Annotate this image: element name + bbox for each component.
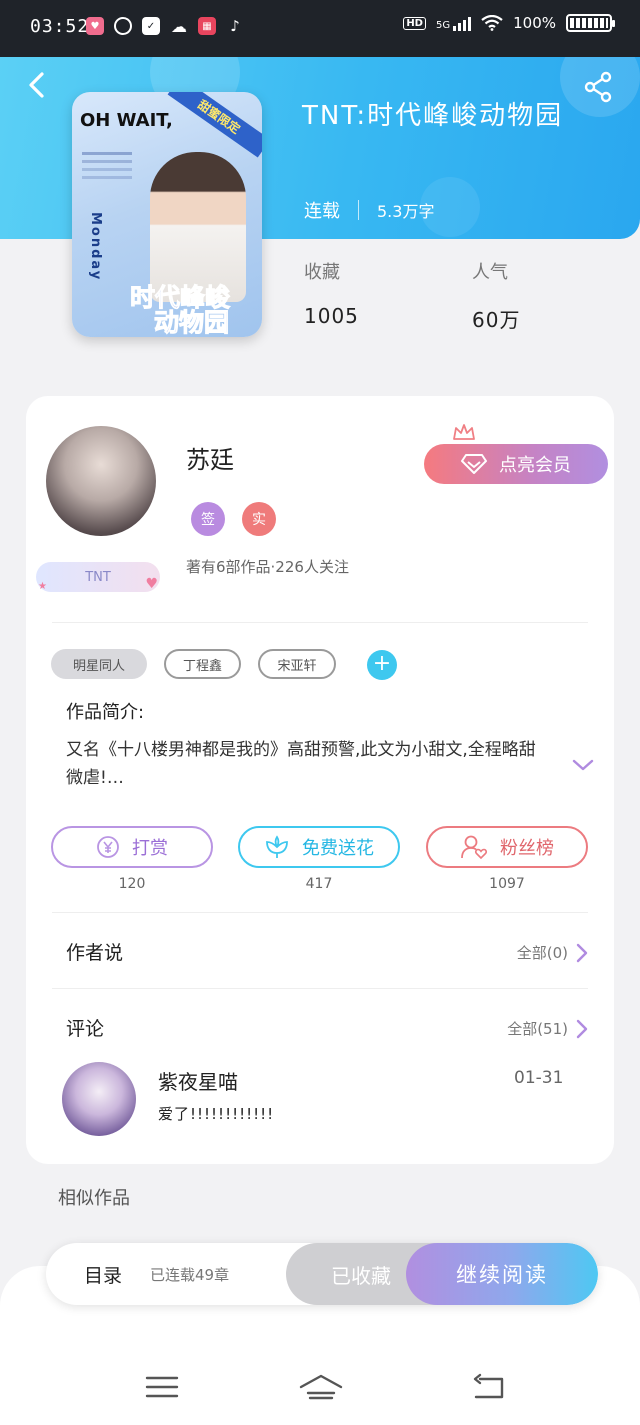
chevron-right-icon	[576, 943, 588, 962]
status-time: 03:52	[30, 16, 90, 37]
author-says-all-link[interactable]: 全部(0)	[517, 942, 588, 963]
toc-button[interactable]: 目录	[84, 1261, 122, 1288]
tiktok-icon: ♪	[230, 17, 240, 35]
cover-ribbon: 甜蜜限定	[167, 92, 262, 158]
wifi-icon	[481, 15, 503, 31]
hd-icon: HD	[403, 16, 426, 30]
heart-icon: ♥	[145, 576, 158, 592]
menu-nav-icon[interactable]	[143, 1372, 183, 1402]
book-title: TNT:时代峰峻动物园	[302, 101, 564, 131]
tag-item[interactable]: 明星同人	[51, 649, 147, 679]
send-flower-button[interactable]: 免费送花	[238, 826, 400, 868]
tag-item[interactable]: 宋亚轩	[258, 649, 336, 679]
news-app-icon: ▦	[198, 17, 216, 35]
home-nav-icon[interactable]	[298, 1372, 344, 1402]
fan-ranking-button[interactable]: 粉丝榜	[426, 826, 588, 868]
book-meta: 连载 5.3万字	[304, 197, 434, 223]
author-stats: 著有6部作品·226人关注	[186, 558, 349, 576]
fan-badge: TNT ♥ ★	[36, 562, 160, 592]
cover-headline: OH WAIT,	[80, 110, 173, 131]
comment-date: 01-31	[514, 1068, 564, 1088]
cover-side-text: Monday	[88, 212, 103, 282]
add-tag-button[interactable]: +	[367, 650, 397, 680]
signed-badge: 签	[191, 502, 225, 536]
cover-title-line2: 动物园	[153, 308, 230, 338]
notification-icons: ♥ ✓ ☁ ▦ ♪	[86, 16, 244, 36]
author-says-title: 作者说	[66, 942, 124, 964]
fan-ranking-label: 粉丝榜	[500, 838, 554, 859]
tip-count: 120	[118, 876, 146, 892]
battery-icon	[566, 14, 615, 32]
commenter-avatar[interactable]	[62, 1062, 136, 1136]
comment-text: 爱了!!!!!!!!!!!!	[158, 1105, 275, 1123]
divider	[52, 912, 588, 913]
intro-text: 又名《十八楼男神都是我的》高甜预警,此文为小甜文,全程略甜微虐!…	[66, 740, 536, 788]
chevron-down-icon[interactable]	[572, 758, 594, 772]
vip-button[interactable]: 点亮会员	[424, 444, 608, 484]
app-notification-icon: ♥	[86, 17, 104, 35]
battery-percent: 100%	[513, 14, 556, 32]
book-status: 连载	[304, 201, 340, 222]
user-heart-icon	[461, 835, 488, 860]
comments-title: 评论	[66, 1018, 105, 1040]
commenter-name[interactable]: 紫夜星喵	[158, 1066, 238, 1095]
stat-popularity: 人气 60万	[472, 262, 521, 332]
bottom-action-bar: 目录 已连载49章 已收藏 继续阅读	[46, 1243, 598, 1305]
divider	[52, 622, 588, 623]
continue-reading-button[interactable]: 继续阅读	[406, 1243, 598, 1305]
cloud-icon: ☁	[171, 16, 187, 36]
vip-button-label: 点亮会员	[499, 455, 571, 476]
star-icon: ★	[38, 581, 47, 592]
back-button[interactable]	[22, 70, 52, 100]
author-avatar[interactable]	[46, 426, 156, 536]
author-name[interactable]: 苏廷	[186, 440, 234, 475]
verified-badge: 实	[242, 502, 276, 536]
book-cover[interactable]: OH WAIT, 甜蜜限定 Monday 时代峰峻 动物园	[72, 92, 262, 337]
status-right: HD 5G 100%	[403, 14, 615, 32]
tip-label: 打赏	[132, 838, 168, 859]
diamond-icon	[461, 454, 487, 474]
send-flower-label: 免费送花	[302, 838, 374, 859]
word-count: 5.3万字	[377, 202, 435, 221]
similar-works-title: 相似作品	[58, 1188, 130, 1209]
intro-label: 作品简介:	[66, 702, 145, 723]
clipboard-icon: ✓	[142, 17, 160, 35]
weibo-icon	[114, 17, 132, 35]
divider	[52, 988, 588, 989]
chevron-right-icon	[576, 1019, 588, 1038]
signal-icon: 5G	[436, 15, 472, 31]
yen-coin-icon	[97, 836, 119, 858]
flower-icon	[266, 835, 288, 858]
status-bar: 03:52 ♥ ✓ ☁ ▦ ♪ HD 5G 100%	[0, 0, 640, 57]
detail-card: 苏廷 签 实 点亮会员 TNT ♥ ★ 著有6部作品·226人关注 明星同人 丁…	[26, 396, 614, 1164]
comments-all-link[interactable]: 全部(51)	[507, 1018, 588, 1039]
chapter-count: 已连载49章	[150, 1266, 230, 1284]
tag-item[interactable]: 丁程鑫	[164, 649, 241, 679]
tip-button[interactable]: 打赏	[51, 826, 213, 868]
fan-count: 1097	[489, 876, 525, 892]
back-nav-icon[interactable]	[470, 1372, 510, 1402]
crown-icon	[453, 424, 475, 440]
flower-count: 417	[305, 876, 333, 892]
stat-favorites: 收藏 1005	[304, 262, 359, 328]
